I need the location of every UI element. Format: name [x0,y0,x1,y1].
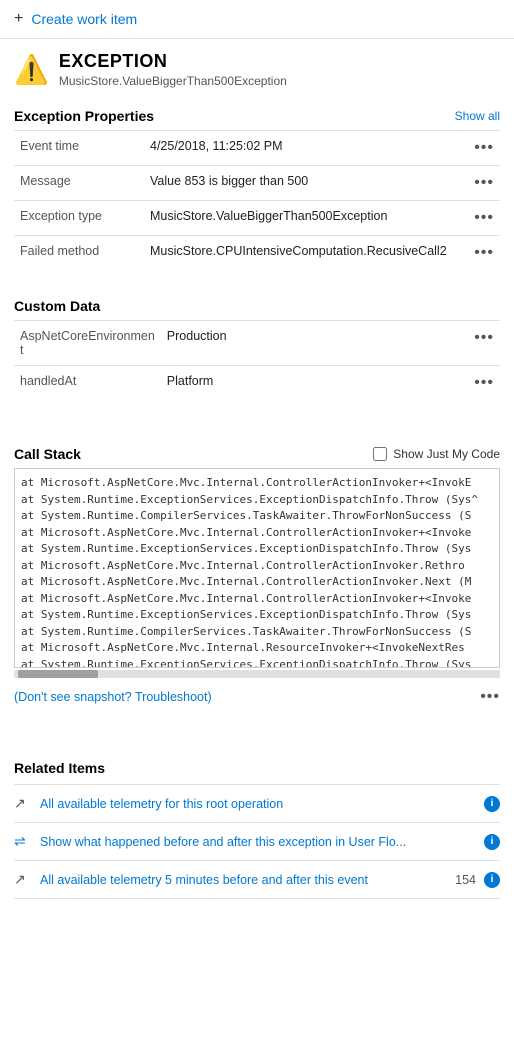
call-stack-line: at Microsoft.AspNetCore.Mvc.Internal.Con… [21,525,493,542]
related-item-0[interactable]: ↗ All available telemetry for this root … [14,784,500,822]
table-row: Message Value 853 is bigger than 500 ••• [14,166,500,201]
prop-value: Production [161,321,468,366]
show-just-my-code-label: Show Just My Code [393,447,500,461]
call-stack-line: at Microsoft.AspNetCore.Mvc.Internal.Con… [21,558,493,575]
call-stack-line: at System.Runtime.ExceptionServices.Exce… [21,492,493,509]
prop-key: Failed method [14,236,144,271]
exception-title: EXCEPTION [59,51,287,72]
plus-icon: + [14,10,23,28]
row-menu-dots[interactable]: ••• [468,366,500,401]
exception-properties-title: Exception Properties [14,108,154,124]
call-stack-title: Call Stack [14,446,81,462]
related-item-text: Show what happened before and after this… [40,835,484,849]
call-stack-line: at System.Runtime.CompilerServices.TaskA… [21,624,493,641]
scrollbar-thumb[interactable] [18,670,98,678]
info-icon[interactable]: i [484,834,500,850]
prop-value: Platform [161,366,468,401]
exception-header: ⚠️ EXCEPTION MusicStore.ValueBiggerThan5… [0,39,514,98]
call-stack-line: at System.Runtime.ExceptionServices.Exce… [21,541,493,558]
table-row: Exception type MusicStore.ValueBiggerTha… [14,201,500,236]
row-menu-dots[interactable]: ••• [468,131,500,166]
arrow-icon: ↗ [14,795,32,812]
prop-value: Value 853 is bigger than 500 [144,166,468,201]
related-item-count: 154 [455,873,476,887]
call-stack-line: at Microsoft.AspNetCore.Mvc.Internal.Con… [21,475,493,492]
snapshot-menu-dots[interactable]: ••• [480,688,500,706]
prop-key: Message [14,166,144,201]
call-stack-line: at System.Runtime.ExceptionServices.Exce… [21,657,493,669]
exception-properties-section: Exception Properties Show all Event time… [0,98,514,270]
row-menu-dots[interactable]: ••• [468,201,500,236]
related-item-text: All available telemetry 5 minutes before… [40,873,455,887]
call-stack-line: at System.Runtime.ExceptionServices.Exce… [21,607,493,624]
custom-data-title: Custom Data [14,298,100,314]
table-row: Event time 4/25/2018, 11:25:02 PM ••• [14,131,500,166]
table-row: handledAt Platform ••• [14,366,500,401]
row-menu-dots[interactable]: ••• [468,236,500,271]
call-stack-content[interactable]: at Microsoft.AspNetCore.Mvc.Internal.Con… [14,468,500,668]
exception-properties-table: Event time 4/25/2018, 11:25:02 PM ••• Me… [14,130,500,270]
row-menu-dots[interactable]: ••• [468,321,500,366]
prop-value: MusicStore.ValueBiggerThan500Exception [144,201,468,236]
prop-key: Exception type [14,201,144,236]
prop-value: MusicStore.CPUIntensiveComputation.Recus… [144,236,468,271]
related-item-text: All available telemetry for this root op… [40,797,484,811]
exception-subtitle: MusicStore.ValueBiggerThan500Exception [59,74,287,88]
snapshot-row: (Don't see snapshot? Troubleshoot) ••• [0,678,514,706]
related-item-2[interactable]: ↗ All available telemetry 5 minutes befo… [14,860,500,899]
prop-key: Event time [14,131,144,166]
custom-data-section: Custom Data AspNetCoreEnvironment Produc… [0,288,514,400]
show-just-my-code-checkbox[interactable] [373,447,387,461]
create-work-item-link[interactable]: Create work item [31,11,137,27]
call-stack-section: Call Stack Show Just My Code at Microsof… [0,436,514,678]
prop-key: handledAt [14,366,161,401]
snapshot-link[interactable]: (Don't see snapshot? Troubleshoot) [14,690,212,704]
warning-icon: ⚠️ [14,53,49,86]
info-icon[interactable]: i [484,796,500,812]
related-items-title: Related Items [14,760,500,776]
table-row: Failed method MusicStore.CPUIntensiveCom… [14,236,500,271]
show-just-my-code-checkbox-label[interactable]: Show Just My Code [373,447,500,461]
horizontal-scrollbar[interactable] [14,670,500,678]
row-menu-dots[interactable]: ••• [468,166,500,201]
custom-data-table: AspNetCoreEnvironment Production ••• han… [14,320,500,400]
table-row: AspNetCoreEnvironment Production ••• [14,321,500,366]
call-stack-line: at Microsoft.AspNetCore.Mvc.Internal.Con… [21,591,493,608]
info-icon[interactable]: i [484,872,500,888]
top-bar: + Create work item [0,0,514,39]
call-stack-line: at Microsoft.AspNetCore.Mvc.Internal.Con… [21,574,493,591]
prop-key: AspNetCoreEnvironment [14,321,161,366]
related-item-1[interactable]: ⇌ Show what happened before and after th… [14,822,500,860]
call-stack-line: at System.Runtime.CompilerServices.TaskA… [21,508,493,525]
prop-value: 4/25/2018, 11:25:02 PM [144,131,468,166]
flow-icon: ⇌ [14,833,32,850]
show-all-link[interactable]: Show all [455,109,500,123]
call-stack-line: at Microsoft.AspNetCore.Mvc.Internal.Res… [21,640,493,657]
related-items-section: Related Items ↗ All available telemetry … [0,742,514,899]
arrow-icon: ↗ [14,871,32,888]
